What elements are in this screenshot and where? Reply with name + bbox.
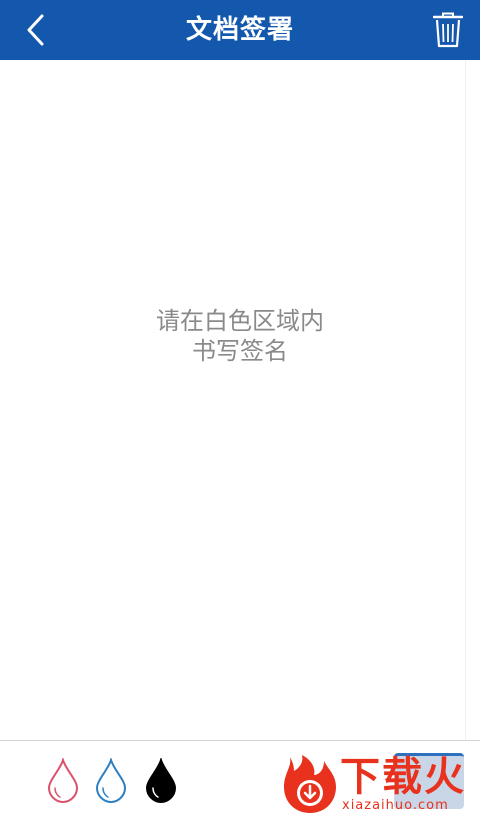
clear-signature-button[interactable] [426, 8, 470, 52]
watermark-brand: 下载火 [340, 754, 466, 800]
pen-color-black[interactable] [144, 756, 178, 804]
pen-color-blue[interactable] [94, 756, 128, 804]
signature-hint: 请在白色区域内 书写签名 [0, 306, 480, 366]
hint-line-2: 书写签名 [192, 337, 288, 365]
pen-color-red[interactable] [46, 756, 80, 804]
signature-canvas[interactable] [0, 60, 480, 741]
ink-drop-icon [145, 756, 177, 804]
top-bar: 文档签署 [0, 0, 480, 60]
ink-drop-icon [95, 756, 127, 804]
canvas-edge-divider [465, 60, 466, 740]
pen-toolbar: 下载火 xiazaihuo.com [0, 741, 480, 820]
trash-icon [433, 12, 463, 48]
signature-screen: 文档签署 请在白色区域内 书写签名 下载火 xiazaihuo.com [0, 0, 480, 820]
page-title: 文档签署 [185, 15, 294, 45]
flame-logo-icon [284, 755, 336, 813]
hint-line-1: 请在白色区域内 [156, 307, 324, 335]
ink-drop-icon [47, 756, 79, 804]
watermark: 下载火 xiazaihuo.com [280, 753, 476, 815]
watermark-domain: xiazaihuo.com [342, 798, 449, 813]
